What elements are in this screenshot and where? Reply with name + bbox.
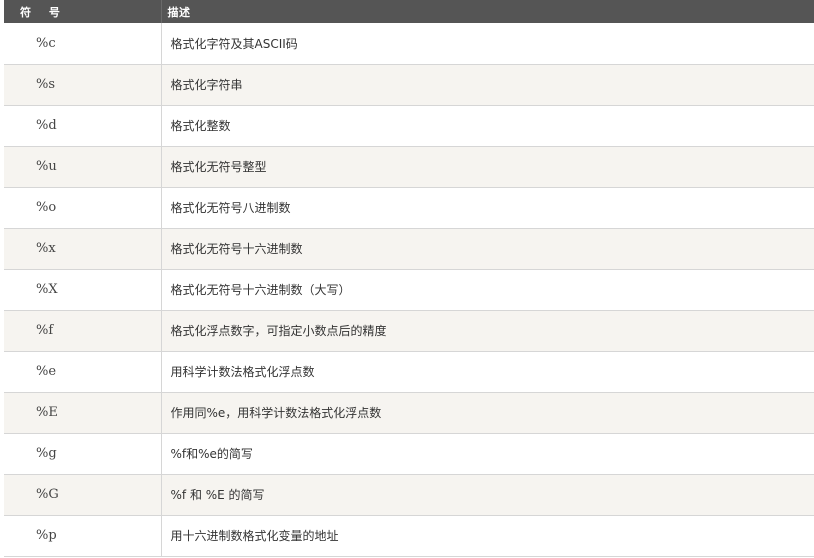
symbol-cell: %c [4,23,162,65]
description-cell: 格式化浮点数字，可指定小数点后的精度 [161,310,814,352]
description-cell: 格式化无符号整型 [161,146,814,188]
header-description: 描述 [161,0,814,23]
symbol-cell: %G [4,474,162,516]
description-cell: 格式化字符串 [161,64,814,106]
table-row: %d 格式化整数 [4,105,814,147]
symbol-cell: %u [4,146,162,188]
table-body: %c 格式化字符及其ASCII码 %s 格式化字符串 %d 格式化整数 %u 格… [4,23,814,557]
symbol-cell: %d [4,105,162,147]
description-cell: 格式化无符号八进制数 [161,187,814,229]
description-cell: 格式化无符号十六进制数（大写） [161,269,814,311]
table-header: 符 号 描述 [4,0,814,23]
format-symbol-table: 符 号 描述 %c 格式化字符及其ASCII码 %s 格式化字符串 %d 格式化… [4,0,814,557]
table-row: %g %f和%e的简写 [4,433,814,475]
description-cell: 格式化字符及其ASCII码 [161,23,814,65]
symbol-cell: %o [4,187,162,229]
description-cell: 用十六进制数格式化变量的地址 [161,515,814,557]
header-row: 符 号 描述 [4,0,814,23]
table-row: %X 格式化无符号十六进制数（大写） [4,269,814,311]
symbol-cell: %x [4,228,162,270]
table-row: %f 格式化浮点数字，可指定小数点后的精度 [4,310,814,352]
symbol-cell: %f [4,310,162,352]
description-cell: 作用同%e，用科学计数法格式化浮点数 [161,392,814,434]
symbol-cell: %g [4,433,162,475]
table-row: %x 格式化无符号十六进制数 [4,228,814,270]
description-cell: %f和%e的简写 [161,433,814,475]
table-row: %o 格式化无符号八进制数 [4,187,814,229]
table-row: %s 格式化字符串 [4,64,814,106]
table-row: %E 作用同%e，用科学计数法格式化浮点数 [4,392,814,434]
description-cell: 用科学计数法格式化浮点数 [161,351,814,393]
description-cell: %f 和 %E 的简写 [161,474,814,516]
table-row: %p 用十六进制数格式化变量的地址 [4,515,814,557]
symbol-cell: %p [4,515,162,557]
table-row: %e 用科学计数法格式化浮点数 [4,351,814,393]
table-row: %c 格式化字符及其ASCII码 [4,23,814,65]
description-cell: 格式化整数 [161,105,814,147]
symbol-cell: %s [4,64,162,106]
table-row: %G %f 和 %E 的简写 [4,474,814,516]
symbol-cell: %X [4,269,162,311]
symbol-cell: %e [4,351,162,393]
header-symbol: 符 号 [4,0,162,23]
table-row: %u 格式化无符号整型 [4,146,814,188]
symbol-cell: %E [4,392,162,434]
description-cell: 格式化无符号十六进制数 [161,228,814,270]
